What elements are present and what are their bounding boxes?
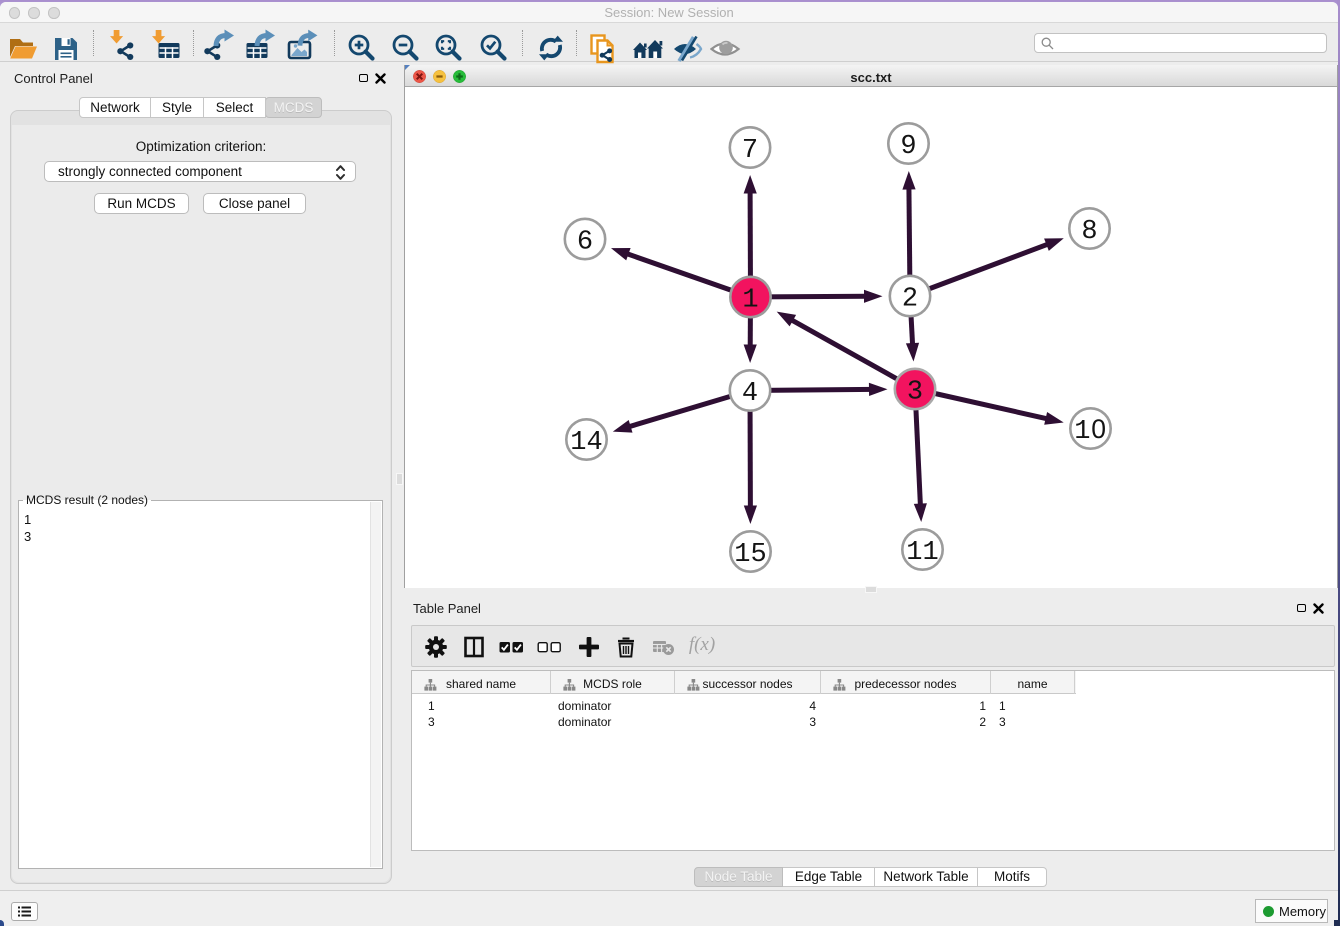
svg-text:15: 15: [734, 540, 766, 570]
svg-text:7: 7: [742, 136, 758, 166]
svg-text:3: 3: [907, 378, 923, 408]
svg-text:11: 11: [906, 538, 938, 568]
svg-text:9: 9: [900, 132, 916, 162]
svg-text:0: 0: [1091, 414, 1106, 444]
svg-text:8: 8: [1081, 217, 1097, 247]
svg-text:1: 1: [742, 286, 758, 316]
svg-text:1: 1: [1074, 417, 1090, 447]
svg-text:2: 2: [902, 285, 918, 315]
svg-text:4: 4: [742, 379, 758, 409]
svg-text:14: 14: [570, 428, 602, 458]
svg-text:6: 6: [577, 228, 593, 258]
